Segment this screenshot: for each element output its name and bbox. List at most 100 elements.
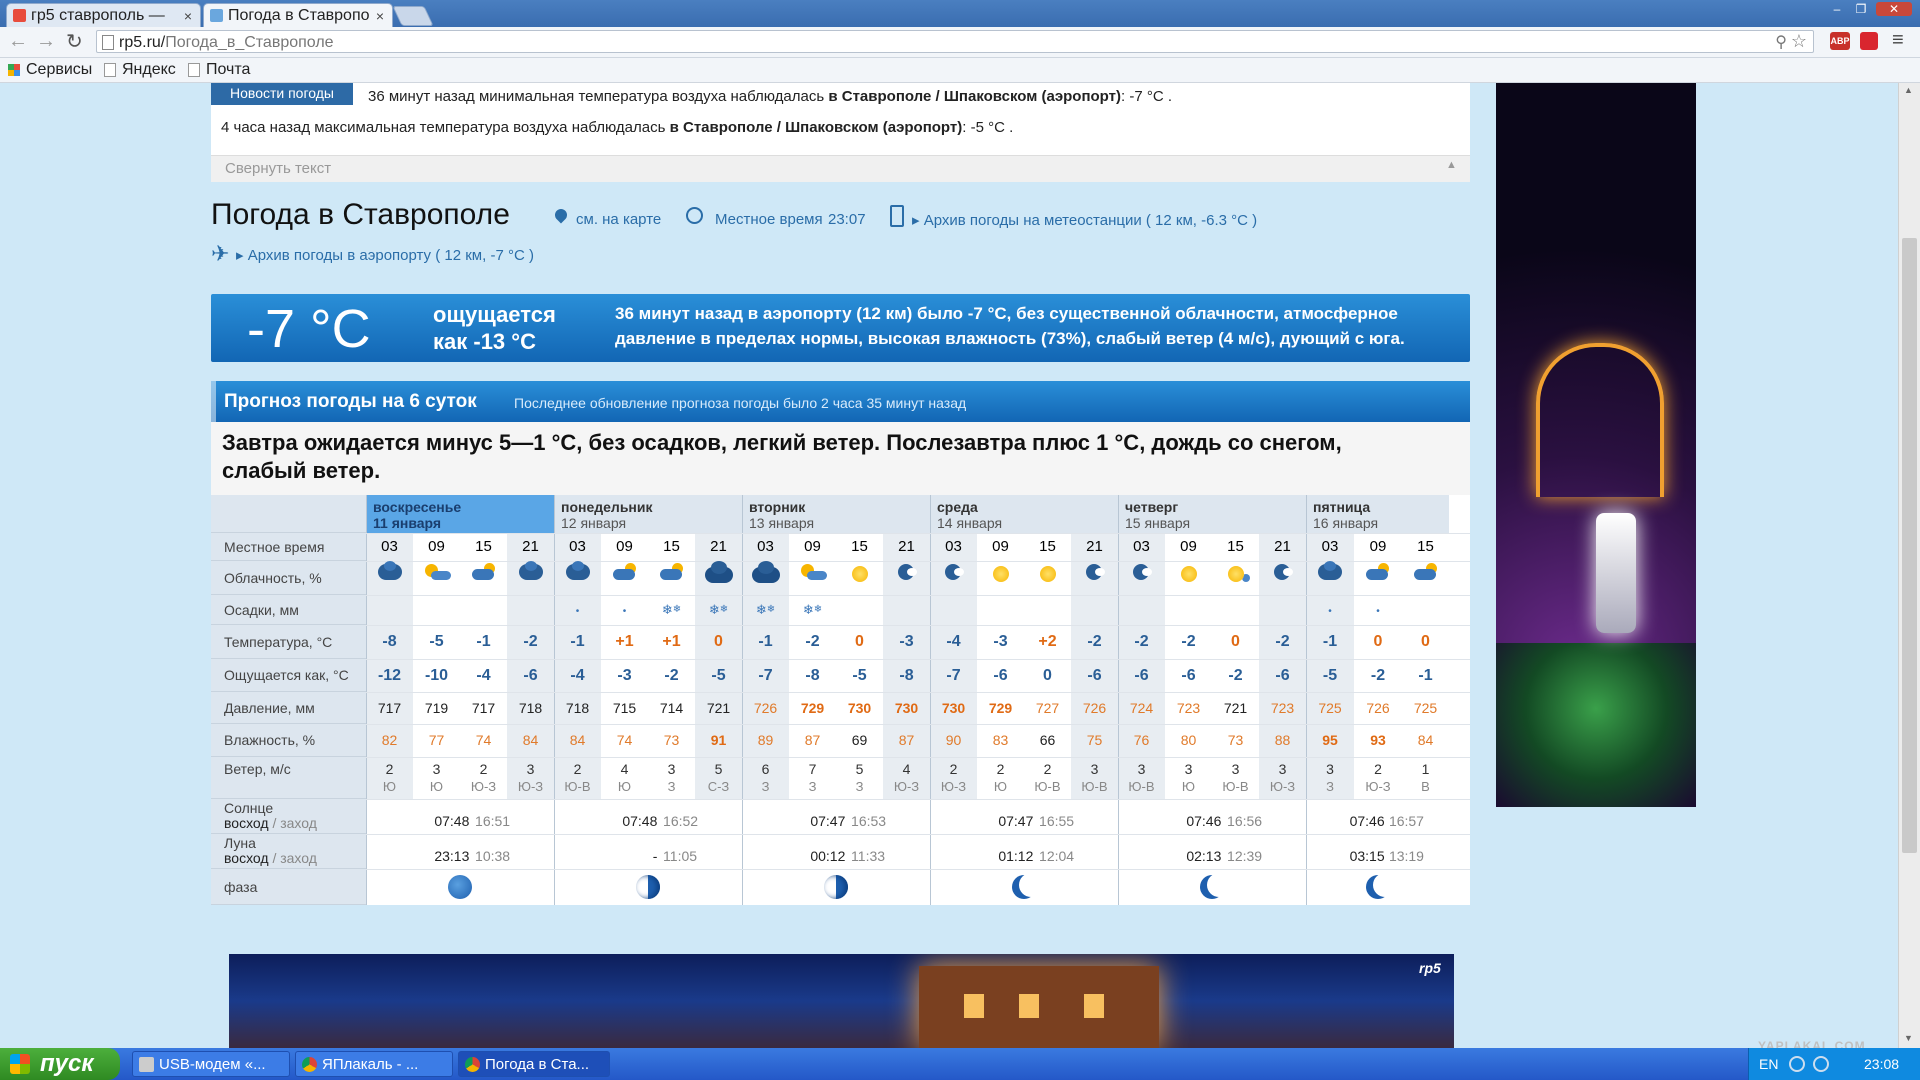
bookmark-services[interactable]: Сервисы [8, 61, 92, 79]
news-text: : -7 °C . [1121, 88, 1173, 105]
archive-airport-text[interactable]: Архив погоды в аэропорту ( 12 км, -7 °C … [248, 247, 534, 264]
hour-cell: 15 [663, 538, 680, 555]
wind-speed-cell: 4 [902, 761, 911, 777]
wind-speed-cell: 7 [808, 761, 817, 777]
map-link[interactable]: см. на карте [576, 211, 661, 228]
forward-arrow-icon[interactable]: → [36, 30, 56, 53]
language-indicator[interactable]: EN [1759, 1048, 1778, 1080]
ad-banner-image[interactable] [1496, 83, 1696, 807]
new-tab-button[interactable] [392, 6, 434, 26]
current-temp: -7 °C [247, 299, 371, 359]
taskbar-label: Погода в Ста... [485, 1056, 590, 1073]
zoom-icon[interactable]: ⚲ [1775, 31, 1787, 54]
taskbar-item-yaplakal[interactable]: ЯПлакаль - ... [295, 1051, 453, 1077]
news-text: 4 часа назад максимальная температура во… [221, 119, 670, 136]
close-window-icon[interactable]: ✕ [1876, 2, 1912, 16]
taskbar-item-weather[interactable]: Погода в Ста... [458, 1051, 610, 1077]
taskbar-item-usb[interactable]: USB-модем «... [132, 1051, 290, 1077]
humidity-cell: 82 [381, 732, 398, 748]
sunrise: 07:48 [434, 813, 470, 829]
moonrise: 01:12 [998, 848, 1034, 864]
chrome-icon [465, 1057, 480, 1072]
wind-dir-cell: Ю-В [1034, 779, 1061, 794]
wind-speed-cell: 3 [526, 761, 535, 777]
feels-cell: -2 [664, 667, 679, 684]
news-badge[interactable]: Новости погоды [211, 83, 353, 105]
day-date: 15 января [1125, 515, 1191, 531]
archive-station-link[interactable]: ▸ Архив погоды на метеостанции ( 12 км, … [912, 211, 1257, 229]
news-link[interactable]: в Ставрополе / Шпаковском (аэропорт) [828, 88, 1121, 105]
start-button[interactable]: пуск [0, 1048, 120, 1080]
row-line [366, 834, 1470, 835]
day-header-0[interactable]: воскресенье 11 января [366, 495, 554, 533]
bookmark-mail[interactable]: Почта [188, 61, 250, 79]
day-header-1[interactable]: понедельник 12 января [554, 495, 742, 533]
browser-tab-weather[interactable]: Погода в Ставропо × [203, 3, 393, 27]
wind-dir-cell: Ю-З [470, 779, 497, 794]
system-tray: EN 23:08 [1748, 1048, 1920, 1080]
hour-cell: 03 [757, 538, 774, 555]
wind-dir-cell: Ю [429, 779, 444, 794]
partly-cloudy-icon [1354, 561, 1402, 595]
clear-night-icon [1071, 561, 1118, 595]
cloudy-night-icon [507, 561, 554, 595]
back-arrow-icon[interactable]: ← [8, 30, 28, 53]
day-header-5[interactable]: пятница 16 января [1306, 495, 1449, 533]
collapse-text-link[interactable]: Свернуть текст [225, 160, 331, 177]
waning-crescent-moon-icon [1012, 875, 1036, 899]
bookmark-star-icon[interactable]: ☆ [1791, 30, 1807, 53]
network-icon[interactable] [1789, 1056, 1805, 1072]
hour-cell: 03 [381, 538, 398, 555]
pressure-cell: 725 [1413, 700, 1438, 716]
current-desc-2: давление в пределах нормы, высокая влажн… [615, 329, 1405, 348]
humidity-cell: 80 [1180, 732, 1197, 748]
sun-label-2: восход / заход [224, 816, 366, 831]
browser-tab-rp5[interactable]: гр5 ставрополь — × [6, 3, 201, 27]
adblock-icon[interactable]: ABP [1830, 32, 1850, 50]
collapse-bar[interactable]: Свернуть текст ▲ [211, 155, 1470, 182]
chevron-up-icon[interactable]: ▲ [1446, 159, 1457, 171]
tab-close-icon[interactable]: × [376, 4, 384, 27]
humidity-cell: 83 [992, 732, 1009, 748]
sunset: 16:51 [475, 813, 511, 829]
news-box: Новости погоды 36 минут назад минимальна… [211, 83, 1470, 182]
minimize-icon[interactable]: – [1826, 2, 1848, 16]
restore-icon[interactable]: ❐ [1850, 2, 1872, 16]
archive-airport-link[interactable]: ▸ Архив погоды в аэропорту ( 12 км, -7 °… [236, 246, 534, 264]
feels-cell: -8 [805, 667, 820, 684]
reload-icon[interactable]: ↻ [66, 29, 83, 54]
archive-station-text[interactable]: Архив погоды на метеостанции ( 12 км, -6… [924, 212, 1257, 229]
vertical-scrollbar[interactable]: ▲ ▼ [1898, 83, 1920, 1048]
day-header-2[interactable]: вторник 13 января [742, 495, 930, 533]
news-link[interactable]: в Ставрополе / Шпаковском (аэропорт) [670, 119, 963, 136]
hour-cell: 21 [1086, 538, 1103, 555]
bookmark-yandex[interactable]: Яндекс [104, 61, 176, 79]
pressure-cell: 721 [1223, 700, 1248, 716]
forecast-table: Местное время Облачность, % Осадки, мм Темп… [211, 495, 1470, 905]
bottom-banner-image[interactable]: rp5 [229, 954, 1454, 1048]
volume-icon[interactable] [1813, 1056, 1829, 1072]
cloudy-night-icon [366, 561, 413, 595]
temp-cell: 0 [1373, 633, 1383, 650]
pressure-cell: 721 [706, 700, 731, 716]
day-header-4[interactable]: четверг 15 января [1118, 495, 1306, 533]
moon-set-label: / заход [268, 850, 317, 866]
menu-icon[interactable]: ≡ [1892, 29, 1904, 52]
extension-icon[interactable] [1860, 32, 1878, 50]
sun-rise-label: восход [224, 815, 269, 831]
sunrise: 07:46 [1186, 813, 1222, 829]
scroll-up-icon[interactable]: ▲ [1904, 85, 1913, 95]
humidity-cell: 76 [1133, 732, 1150, 748]
humidity-cell: 95 [1322, 732, 1338, 748]
url-domain: rp5.ru/ [119, 34, 166, 51]
day-header-3[interactable]: среда 14 января [930, 495, 1118, 533]
snowflake-icon: ❄︎❄︎ [755, 602, 776, 617]
scroll-down-icon[interactable]: ▼ [1904, 1033, 1913, 1043]
scrollbar-thumb[interactable] [1902, 238, 1917, 853]
tab-close-icon[interactable]: × [184, 4, 192, 27]
address-bar[interactable]: rp5.ru/Погода_в_Ставрополе ⚲ ☆ [96, 30, 1814, 53]
pressure-cell: 717 [471, 700, 496, 716]
page-icon [188, 63, 200, 77]
header-accent [211, 381, 216, 422]
bookmarks-bar: Сервисы Яндекс Почта [0, 58, 1920, 83]
